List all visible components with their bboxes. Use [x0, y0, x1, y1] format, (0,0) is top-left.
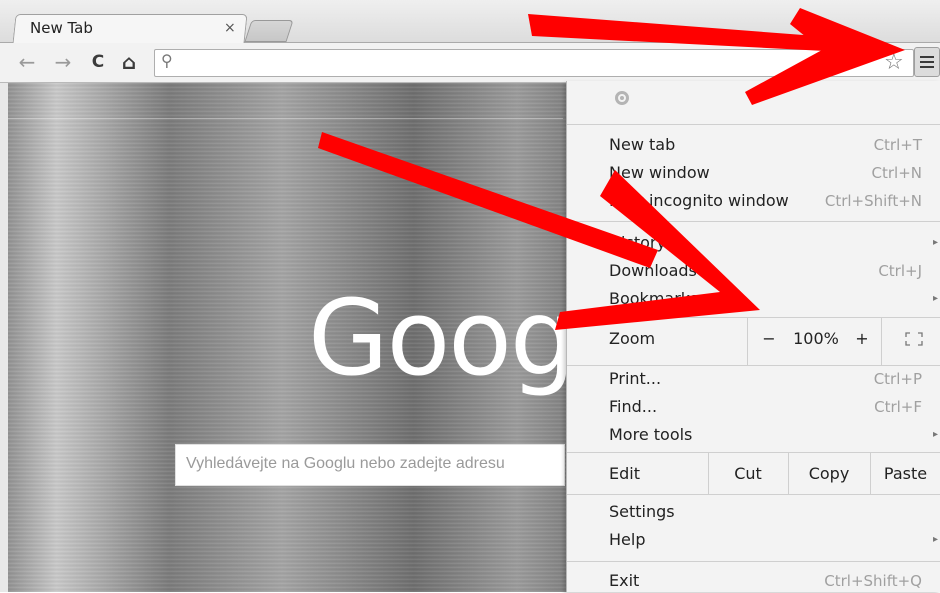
google-logo: Goog: [308, 277, 576, 399]
zoom-level: 100%: [793, 329, 839, 348]
shortcut-new-tab: Ctrl+T: [873, 136, 922, 154]
toolbar: ← → C ⌂ ⚲: [0, 43, 940, 83]
menu-item-find[interactable]: Find...: [609, 395, 657, 419]
back-icon[interactable]: ←: [16, 51, 38, 73]
submenu-arrow-icon: ▸: [932, 429, 938, 440]
submenu-arrow-icon: ▸: [932, 237, 938, 248]
menu-item-exit[interactable]: Exit: [609, 569, 639, 593]
shortcut-new-incognito-window: Ctrl+Shift+N: [824, 192, 922, 210]
forward-icon[interactable]: →: [52, 51, 74, 73]
submenu-arrow-icon: ▸: [932, 534, 938, 545]
menu-separator: [567, 452, 940, 453]
chrome-menu: New tab Ctrl+T New window Ctrl+N New inc…: [566, 81, 940, 592]
shortcut-new-window: Ctrl+N: [871, 164, 922, 182]
menu-separator: [567, 221, 940, 222]
new-tab-button[interactable]: [244, 20, 294, 42]
shortcut-find: Ctrl+F: [874, 398, 922, 416]
bookmark-star-icon[interactable]: ☆: [884, 50, 904, 75]
menu-item-settings[interactable]: Settings: [609, 500, 675, 524]
menu-separator: [567, 561, 940, 562]
cut-button[interactable]: Cut: [708, 462, 788, 486]
window-edge: [0, 83, 8, 592]
profile-icon[interactable]: [615, 91, 629, 105]
zoom-in-button[interactable]: +: [851, 327, 873, 351]
search-placeholder: Vyhledávejte na Googlu nebo zadejte adre…: [186, 455, 505, 472]
menu-item-downloads[interactable]: Downloads: [609, 259, 697, 283]
menu-item-history[interactable]: History: [609, 231, 666, 255]
menu-item-zoom: Zoom: [609, 329, 656, 348]
menu-item-more-tools[interactable]: More tools: [609, 423, 692, 447]
menu-item-bookmarks[interactable]: Bookmarks: [609, 287, 698, 311]
search-icon: ⚲: [161, 51, 173, 70]
copy-button[interactable]: Copy: [788, 462, 870, 486]
fullscreen-icon[interactable]: [905, 332, 923, 346]
menu-separator: [567, 317, 940, 318]
chrome-menu-button[interactable]: [914, 47, 940, 77]
tab-title: New Tab: [30, 19, 93, 37]
menu-item-new-tab[interactable]: New tab: [609, 133, 675, 157]
hamburger-icon: [920, 56, 934, 58]
paste-button[interactable]: Paste: [870, 462, 940, 486]
menu-item-help[interactable]: Help: [609, 528, 645, 552]
shortcut-print: Ctrl+P: [873, 370, 922, 388]
zoom-out-button[interactable]: −: [757, 327, 781, 351]
omnibox[interactable]: ⚲: [154, 49, 914, 77]
shortcut-exit: Ctrl+Shift+Q: [824, 572, 922, 590]
submenu-arrow-icon: ▸: [932, 293, 938, 304]
shortcut-downloads: Ctrl+J: [878, 262, 922, 280]
menu-separator: [567, 494, 940, 495]
menu-item-print[interactable]: Print...: [609, 367, 661, 391]
menu-separator: [567, 365, 940, 366]
menu-item-new-incognito-window[interactable]: New incognito window: [609, 189, 789, 213]
menu-item-edit: Edit: [609, 464, 640, 483]
menu-separator: [567, 124, 940, 125]
bookmark-bar: [8, 88, 563, 119]
home-icon[interactable]: ⌂: [118, 51, 140, 73]
menu-item-new-window[interactable]: New window: [609, 161, 710, 185]
reload-icon[interactable]: C: [87, 51, 109, 73]
search-input[interactable]: Vyhledávejte na Googlu nebo zadejte adre…: [175, 444, 565, 486]
tab-close-icon[interactable]: ×: [224, 20, 236, 36]
